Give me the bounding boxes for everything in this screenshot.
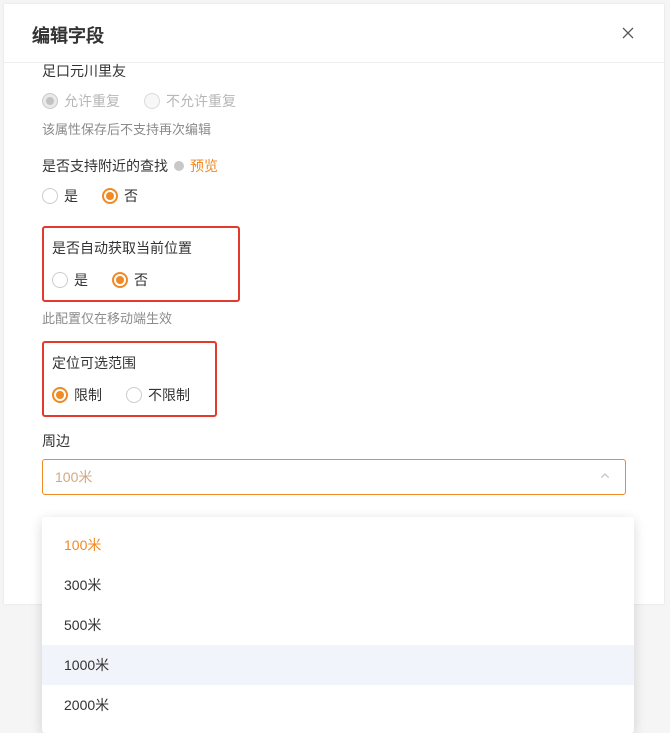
disallow-duplicate-radio: 不允许重复	[144, 91, 236, 111]
radio-icon	[144, 93, 160, 109]
nearby-yes-radio[interactable]: 是	[42, 186, 78, 206]
auto-location-label: 是否自动获取当前位置	[52, 238, 192, 258]
prev-section-label: 足口元川里友	[42, 61, 626, 81]
edit-field-modal: 编辑字段 足口元川里友 允许重复 不允许重复 该属性保存后不支持再次编辑 是否支…	[4, 4, 664, 604]
range-select-input[interactable]: 100米	[42, 459, 626, 495]
auto-loc-yes-radio[interactable]: 是	[52, 270, 88, 290]
range-dropdown: 100米 300米 500米 1000米 2000米	[42, 517, 634, 733]
allow-duplicate-radio: 允许重复	[42, 91, 120, 111]
dropdown-option[interactable]: 100米	[42, 525, 634, 565]
close-icon	[620, 25, 636, 41]
info-icon	[174, 161, 184, 171]
radio-label: 限制	[74, 385, 102, 405]
location-range-label: 定位可选范围	[52, 353, 136, 373]
modal-header: 编辑字段	[4, 4, 664, 63]
auto-location-help: 此配置仅在移动端生效	[42, 308, 626, 327]
preview-link[interactable]: 预览	[190, 156, 218, 176]
dropdown-option[interactable]: 2000米	[42, 685, 634, 725]
nearby-no-radio[interactable]: 否	[102, 186, 138, 206]
radio-icon	[52, 387, 68, 403]
chevron-up-icon	[597, 468, 613, 487]
radio-label: 不限制	[148, 385, 190, 405]
auto-location-highlight: 是否自动获取当前位置 是 否	[42, 226, 240, 302]
radio-icon	[52, 272, 68, 288]
range-unlimited-radio[interactable]: 不限制	[126, 385, 190, 405]
select-placeholder: 100米	[55, 467, 92, 487]
radio-icon	[126, 387, 142, 403]
radio-label: 否	[134, 270, 148, 290]
modal-title: 编辑字段	[32, 22, 104, 48]
radio-icon	[102, 188, 118, 204]
allow-duplicate-section: 允许重复 不允许重复 该属性保存后不支持再次编辑	[42, 91, 626, 138]
close-button[interactable]	[620, 25, 636, 45]
range-limited-radio[interactable]: 限制	[52, 385, 102, 405]
modal-body: 足口元川里友 允许重复 不允许重复 该属性保存后不支持再次编辑 是否支持附近的查…	[4, 63, 664, 495]
radio-icon	[112, 272, 128, 288]
dropdown-option[interactable]: 300米	[42, 565, 634, 605]
radio-label: 不允许重复	[166, 91, 236, 111]
dropdown-option[interactable]: 500米	[42, 605, 634, 645]
nearby-search-label: 是否支持附近的查找	[42, 156, 168, 176]
radio-label: 是	[64, 186, 78, 206]
location-range-highlight: 定位可选范围 限制 不限制	[42, 341, 217, 417]
radio-icon	[42, 93, 58, 109]
range-select-label: 周边	[42, 431, 70, 451]
radio-label: 否	[124, 186, 138, 206]
range-select-section: 周边 100米 100米 300米 500米 1000米 2000米	[42, 431, 626, 495]
allow-duplicate-help: 该属性保存后不支持再次编辑	[42, 119, 626, 138]
nearby-search-section: 是否支持附近的查找 预览 是 否	[42, 156, 626, 206]
dropdown-option[interactable]: 1000米	[42, 645, 634, 685]
radio-label: 允许重复	[64, 91, 120, 111]
auto-loc-no-radio[interactable]: 否	[112, 270, 148, 290]
radio-icon	[42, 188, 58, 204]
radio-label: 是	[74, 270, 88, 290]
